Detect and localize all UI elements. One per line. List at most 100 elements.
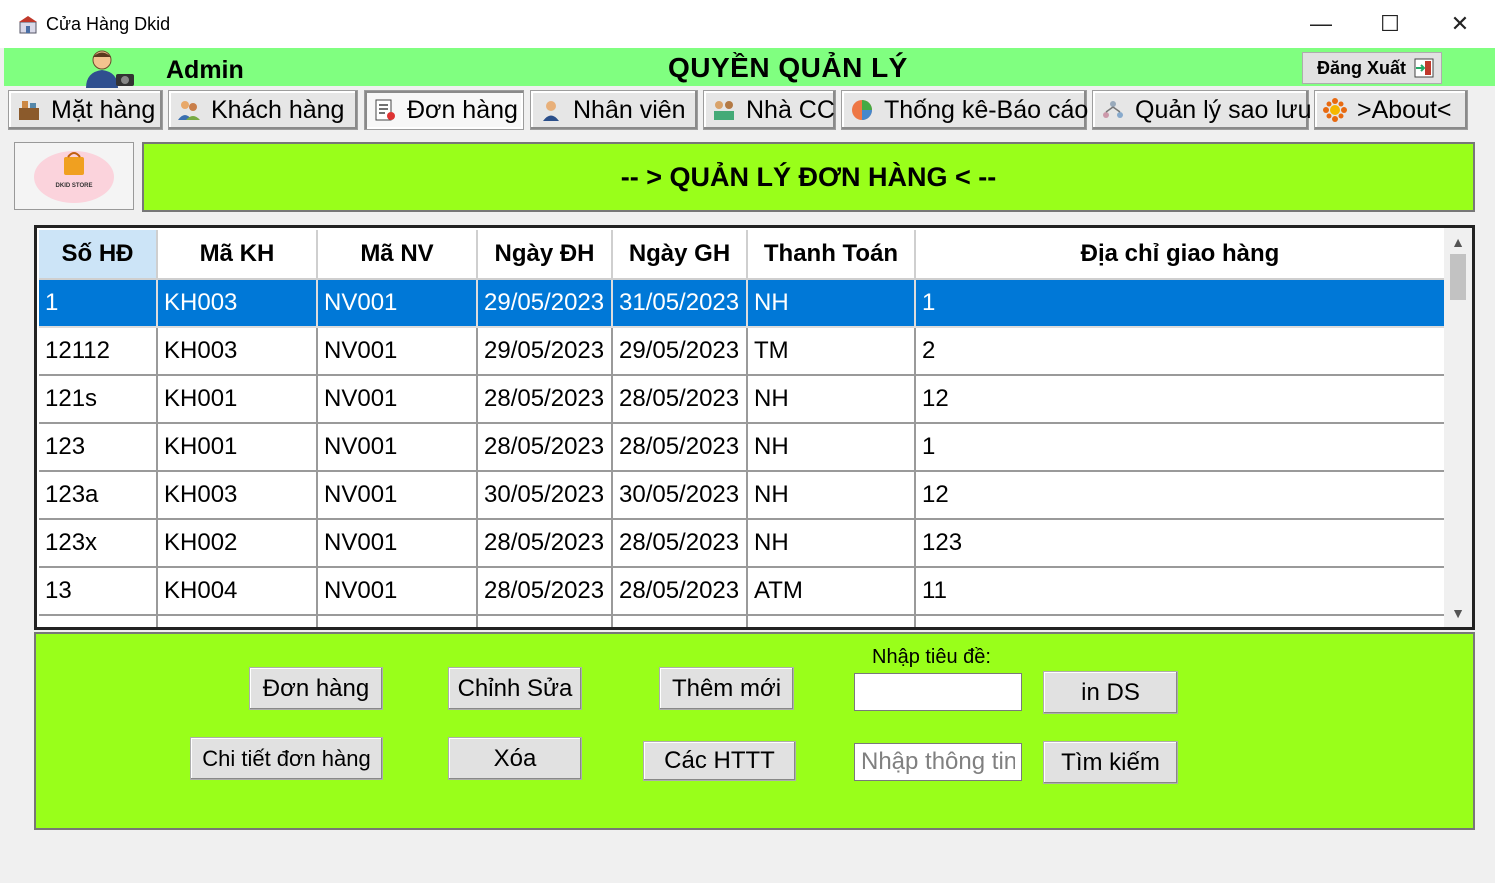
table-cell[interactable]: 30/05/2023 [612,471,748,520]
table-row[interactable]: 121s KH001 NV001 28/05/2023 28/05/2023 NH 12 [39,375,1446,424]
table-cell[interactable]: 11 [915,567,1446,616]
table-cell[interactable]: 30/05/2023 [477,471,613,520]
column-header[interactable]: Số HĐ [39,230,158,280]
table-cell[interactable]: 31/05/2023 [612,279,748,328]
table-cell[interactable]: 123 [39,423,158,472]
tab-nhan-vien[interactable]: Nhân viên [530,90,698,130]
table-cell[interactable]: 29/05/2023 [477,279,613,328]
table-row[interactable]: 123x KH002 NV001 28/05/2023 28/05/2023 NH 123 [39,519,1446,568]
search-input[interactable] [854,743,1022,781]
table-cell[interactable]: 28/05/2023 [477,519,613,568]
column-header[interactable]: Địa chỉ giao hàng [915,230,1446,280]
employee-icon [543,101,559,121]
table-cell[interactable]: 28/05/2023 [477,375,613,424]
table-cell[interactable]: KH001 [157,423,318,472]
order-details-button[interactable]: Chi tiết đơn hàng [190,737,383,780]
edit-button[interactable]: Chỉnh Sửa [448,667,582,710]
table-cell[interactable]: 12 [915,375,1446,424]
app-window: Cửa Hàng Dkid — ☐ ✕ Admin QUYỀN QUẢN LÝ … [0,0,1495,883]
tab-nha-cc[interactable]: Nhà CC [703,90,836,130]
table-cell[interactable]: KH003 [157,471,318,520]
table-cell[interactable]: 28/05/2023 [477,567,613,616]
table-cell[interactable]: 1 [39,279,158,328]
table-cell[interactable]: NV001 [317,327,478,376]
table-cell[interactable]: 13 [39,567,158,616]
table-row[interactable]: 123 KH001 NV001 28/05/2023 28/05/2023 NH 1 [39,423,1446,472]
table-cell[interactable]: 28/05/2023 [612,423,748,472]
table-cell[interactable]: NH [747,423,916,472]
table-row-partial[interactable] [39,615,1446,627]
table-cell[interactable]: 28/05/2023 [612,375,748,424]
column-header[interactable]: Ngày GH [612,230,748,280]
print-list-button[interactable]: in DS [1043,671,1178,714]
table-cell[interactable]: KH003 [157,279,318,328]
table-cell[interactable]: 2 [915,327,1446,376]
title-input[interactable] [854,673,1022,711]
vertical-scrollbar[interactable]: ▲ ▼ [1444,228,1472,627]
table-cell[interactable]: 123a [39,471,158,520]
table-cell[interactable]: KH001 [157,375,318,424]
tab-don-hang[interactable]: Đơn hàng [364,90,524,130]
report-icon [852,100,872,120]
payment-methods-button[interactable]: Các HTTT [643,741,796,781]
orders-grid[interactable]: Số HĐ Mã KH Mã NV Ngày ĐH Ngày GH Thanh … [34,225,1475,630]
close-icon: ✕ [1450,11,1470,36]
tab-about[interactable]: >About< [1314,90,1468,130]
table-cell[interactable]: 29/05/2023 [477,327,613,376]
table-cell[interactable]: 29/05/2023 [612,327,748,376]
table-cell[interactable]: NH [747,279,916,328]
delete-button[interactable]: Xóa [448,737,582,780]
title-bar: Cửa Hàng Dkid — ☐ ✕ [0,0,1495,48]
orders-table: Số HĐ Mã KH Mã NV Ngày ĐH Ngày GH Thanh … [39,230,1446,627]
table-cell[interactable]: NV001 [317,519,478,568]
supplier-icon [714,101,734,120]
scroll-thumb[interactable] [1450,254,1466,300]
table-cell[interactable]: NV001 [317,375,478,424]
table-row[interactable]: 1 KH003 NV001 29/05/2023 31/05/2023 NH 1 [39,279,1446,328]
tab-mat-hang[interactable]: Mặt hàng [8,90,163,130]
table-cell[interactable]: 28/05/2023 [612,567,748,616]
scroll-up-icon[interactable]: ▲ [1444,230,1472,254]
table-cell[interactable]: 1 [915,279,1446,328]
maximize-button[interactable]: ☐ [1355,0,1425,48]
search-button[interactable]: Tìm kiếm [1043,741,1178,784]
table-cell[interactable]: 123x [39,519,158,568]
table-cell[interactable]: NV001 [317,471,478,520]
table-cell[interactable]: TM [747,327,916,376]
table-cell[interactable]: NH [747,519,916,568]
table-cell[interactable]: 28/05/2023 [477,423,613,472]
table-cell[interactable]: NV001 [317,567,478,616]
table-cell[interactable]: NV001 [317,423,478,472]
scroll-down-icon[interactable]: ▼ [1444,601,1472,625]
table-cell[interactable]: ATM [747,567,916,616]
column-header[interactable]: Thanh Toán [747,230,916,280]
table-cell[interactable]: KH004 [157,567,318,616]
column-header[interactable]: Mã KH [157,230,318,280]
table-cell[interactable]: NV001 [317,279,478,328]
table-cell[interactable]: 121s [39,375,158,424]
table-cell[interactable]: NH [747,471,916,520]
orders-button[interactable]: Đơn hàng [249,667,383,710]
table-cell[interactable]: KH002 [157,519,318,568]
column-header[interactable]: Ngày ĐH [477,230,613,280]
table-cell[interactable]: 12 [915,471,1446,520]
tab-khach-hang[interactable]: Khách hàng [168,90,358,130]
tab-thong-ke-bao-cao[interactable]: Thống kê-Báo cáo [841,90,1088,130]
table-cell[interactable]: 28/05/2023 [612,519,748,568]
table-cell[interactable]: 1 [915,423,1446,472]
table-cell[interactable]: 123 [915,519,1446,568]
table-row[interactable]: 13 KH004 NV001 28/05/2023 28/05/2023 ATM 11 [39,567,1446,616]
table-cell[interactable]: NH [747,375,916,424]
add-new-button[interactable]: Thêm mới [659,667,794,710]
minimize-button[interactable]: — [1286,0,1356,48]
table-cell[interactable]: KH003 [157,327,318,376]
close-button[interactable]: ✕ [1425,0,1495,48]
orders-icon [375,99,395,121]
table-row[interactable]: 12112 KH003 NV001 29/05/2023 29/05/2023 TM 2 [39,327,1446,376]
user-label: Admin [166,56,244,84]
logout-button[interactable]: Đăng Xuất [1302,52,1442,84]
table-row[interactable]: 123a KH003 NV001 30/05/2023 30/05/2023 NH 12 [39,471,1446,520]
column-header[interactable]: Mã NV [317,230,478,280]
table-cell[interactable]: 12112 [39,327,158,376]
tab-quan-ly-sao-luu[interactable]: Quản lý sao lưu [1092,90,1312,130]
